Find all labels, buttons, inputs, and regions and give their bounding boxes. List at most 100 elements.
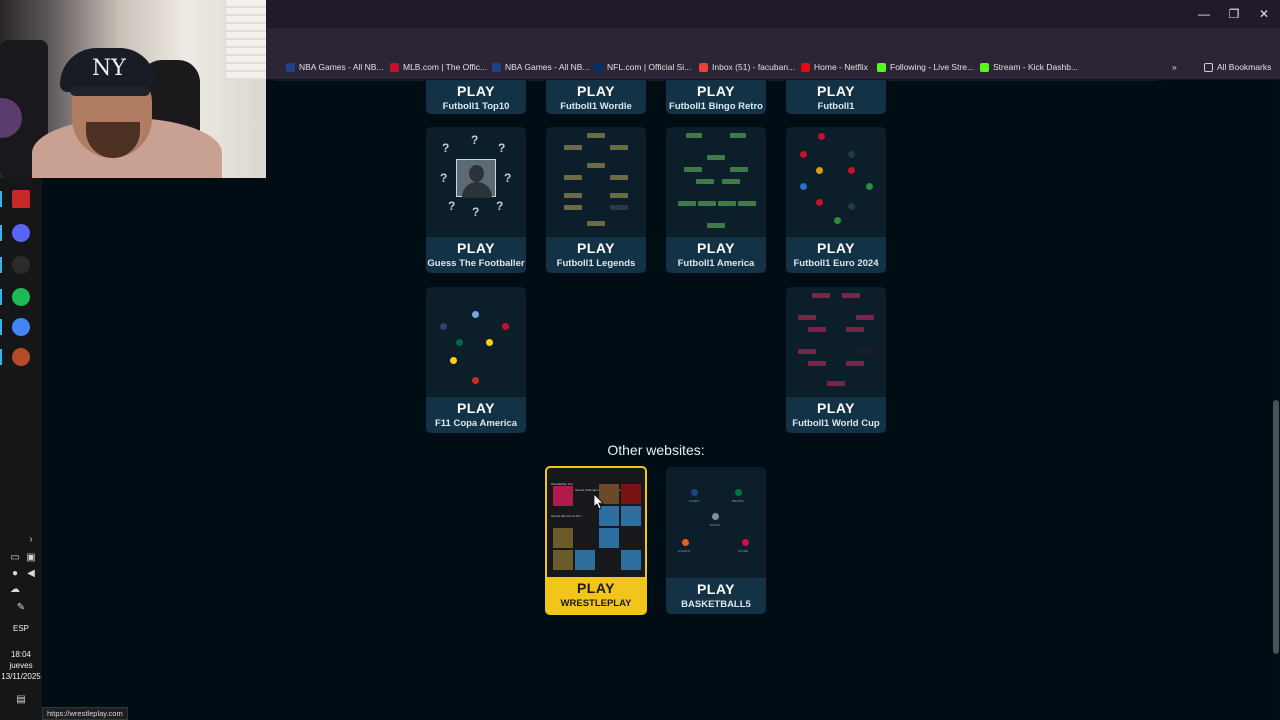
site-title: BASKETBALL5 bbox=[681, 599, 751, 610]
all-bookmarks-label: All Bookmarks bbox=[1217, 62, 1272, 72]
running-indicator bbox=[0, 257, 2, 273]
folder-icon bbox=[1204, 62, 1213, 72]
spotify-icon[interactable] bbox=[12, 288, 30, 306]
mystery-player-image bbox=[456, 159, 496, 198]
restore-button[interactable]: ❐ bbox=[1226, 6, 1242, 22]
bookmark-favicon-icon bbox=[594, 62, 603, 72]
game-card-f11-copa-america[interactable]: PLAY F11 Copa America bbox=[426, 287, 526, 433]
bookmark-item[interactable]: NBA Games - All NB... bbox=[492, 60, 590, 74]
bookmark-item[interactable]: Home - Netflix bbox=[801, 60, 868, 74]
bookmark-favicon-icon bbox=[492, 62, 501, 72]
running-indicator bbox=[0, 289, 2, 305]
game-card-futboll1-legends[interactable]: PLAY Futboll1 Legends bbox=[546, 127, 646, 273]
game-title: Futboll1 Legends bbox=[556, 258, 636, 269]
minimize-button[interactable]: — bbox=[1196, 6, 1212, 22]
scrollbar-thumb[interactable] bbox=[1273, 400, 1279, 654]
play-label: PLAY bbox=[456, 400, 496, 416]
all-bookmarks-button[interactable]: All Bookmarks bbox=[1204, 60, 1271, 74]
card-thumbnail bbox=[546, 127, 646, 239]
bookmark-label: Inbox (51) - facuban... bbox=[712, 62, 796, 72]
status-url-bubble: https://wrestleplay.com bbox=[42, 707, 128, 720]
clock-date: 13/11/2025 bbox=[1, 672, 41, 681]
game-title: Futboll1 Wordle bbox=[560, 101, 632, 112]
cloud-icon[interactable]: ☁ bbox=[8, 584, 22, 595]
clock-time[interactable]: 18:04 bbox=[0, 650, 42, 659]
bookmark-item[interactable]: NBA Games - All NB... bbox=[286, 60, 384, 74]
bookmark-item[interactable]: Following - Live Stre... bbox=[877, 60, 974, 74]
bookmark-label: NBA Games - All NB... bbox=[505, 62, 590, 72]
capture-icon[interactable]: ▣ bbox=[24, 552, 38, 563]
site-title: WRESTLEPLAY bbox=[560, 598, 632, 609]
game-title: Futboll1 World Cup bbox=[792, 418, 880, 429]
page-scrollbar[interactable] bbox=[1272, 80, 1280, 720]
running-indicator bbox=[0, 225, 2, 241]
game-card-futboll1-wordle[interactable]: PLAY Futboll1 Wordle bbox=[546, 80, 646, 114]
game-title: F11 Copa America bbox=[434, 418, 518, 429]
bookmark-item[interactable]: Inbox (51) - facuban... bbox=[699, 60, 795, 74]
game-card-futboll1[interactable]: PLAY Futboll1 bbox=[786, 80, 886, 114]
mouse-cursor bbox=[594, 494, 604, 510]
running-indicator bbox=[0, 349, 2, 365]
play-label: PLAY bbox=[816, 240, 856, 256]
webcam-overlay: NY bbox=[0, 0, 266, 178]
game-card-futboll1-america[interactable]: PLAY Futboll1 America bbox=[666, 127, 766, 273]
play-label: PLAY bbox=[456, 83, 496, 99]
game-icon[interactable] bbox=[12, 348, 30, 366]
game-title: Futboll1 Bingo Retro bbox=[669, 101, 763, 112]
close-button[interactable]: ✕ bbox=[1256, 6, 1272, 22]
game-title: Futboll1 Top10 bbox=[442, 101, 510, 112]
notifications-icon[interactable]: ▤ bbox=[14, 694, 28, 705]
chrome-icon[interactable] bbox=[12, 318, 30, 336]
site-card-basketball5[interactable]: CURRY BROWN DUNAC DURANT LFORE PLAY BASKE… bbox=[666, 467, 766, 614]
play-label: PLAY bbox=[576, 83, 616, 99]
running-indicator bbox=[0, 319, 2, 335]
bookmark-label: Following - Live Stre... bbox=[890, 62, 975, 72]
play-label: PLAY bbox=[696, 240, 736, 256]
card-thumbnail bbox=[426, 287, 526, 399]
play-label: PLAY bbox=[576, 240, 616, 256]
bookmark-label: NBA Games - All NB... bbox=[299, 62, 384, 72]
bookmark-favicon-icon bbox=[699, 62, 708, 72]
play-label: PLAY bbox=[576, 580, 616, 596]
app-viewer-icon[interactable] bbox=[12, 190, 30, 208]
microphone-icon[interactable]: ● bbox=[8, 568, 22, 579]
bookmark-favicon-icon bbox=[877, 62, 886, 72]
bookmark-label: NFL.com | Official Si... bbox=[607, 62, 692, 72]
card-thumbnail: WrestlePlay 2x4 Tamed Champion 2x4 Pro W… bbox=[547, 468, 645, 578]
play-label: PLAY bbox=[816, 83, 856, 99]
bookmark-label: Home - Netflix bbox=[814, 62, 868, 72]
card-thumbnail: ? ? ? ? ? ? ? ? bbox=[426, 127, 526, 239]
bookmark-favicon-icon bbox=[980, 62, 989, 72]
bookmark-favicon-icon bbox=[801, 62, 810, 72]
clock-day: jueves bbox=[9, 661, 33, 670]
game-card-futboll1-bingo-retro[interactable]: PLAY Futboll1 Bingo Retro bbox=[666, 80, 766, 114]
game-title: Futboll1 America bbox=[677, 258, 755, 269]
game-title: Guess The Footballer bbox=[427, 258, 525, 269]
volume-icon[interactable]: ◀ bbox=[24, 568, 38, 579]
bookmark-favicon-icon bbox=[390, 62, 399, 72]
game-title: Futboll1 Euro 2024 bbox=[793, 258, 879, 269]
pen-icon[interactable]: ✎ bbox=[14, 602, 28, 613]
card-thumbnail bbox=[786, 127, 886, 239]
obs-icon[interactable] bbox=[12, 256, 30, 274]
game-card-futboll1-top10[interactable]: PLAY Futboll1 Top10 bbox=[426, 80, 526, 114]
bookmark-item[interactable]: Stream - Kick Dashb... bbox=[980, 60, 1078, 74]
chevron-right-icon[interactable]: › bbox=[24, 534, 38, 545]
bookmarks-overflow-button[interactable]: » bbox=[1172, 60, 1177, 74]
site-card-wrestleplay[interactable]: WrestlePlay 2x4 Tamed Champion 2x4 Pro W… bbox=[545, 466, 647, 615]
running-indicator bbox=[0, 191, 2, 207]
wrestleplay-logo bbox=[553, 486, 573, 506]
discord-icon[interactable] bbox=[12, 224, 30, 242]
card-thumbnail bbox=[666, 127, 766, 239]
game-card-futboll1-euro-2024[interactable]: PLAY Futboll1 Euro 2024 bbox=[786, 127, 886, 273]
bookmark-label: MLB.com | The Offic... bbox=[403, 62, 488, 72]
bookmark-item[interactable]: MLB.com | The Offic... bbox=[390, 60, 487, 74]
screen-icon[interactable]: ▭ bbox=[8, 552, 22, 563]
play-label: PLAY bbox=[696, 83, 736, 99]
game-card-futboll1-world-cup[interactable]: PLAY Futboll1 World Cup bbox=[786, 287, 886, 433]
game-card-guess-the-footballer[interactable]: ? ? ? ? ? ? ? ? PLAY Guess The Footballer bbox=[426, 127, 526, 273]
bookmark-label: Stream - Kick Dashb... bbox=[993, 62, 1079, 72]
play-label: PLAY bbox=[456, 240, 496, 256]
language-indicator[interactable]: ESP bbox=[0, 624, 42, 633]
bookmark-item[interactable]: NFL.com | Official Si... bbox=[594, 60, 691, 74]
